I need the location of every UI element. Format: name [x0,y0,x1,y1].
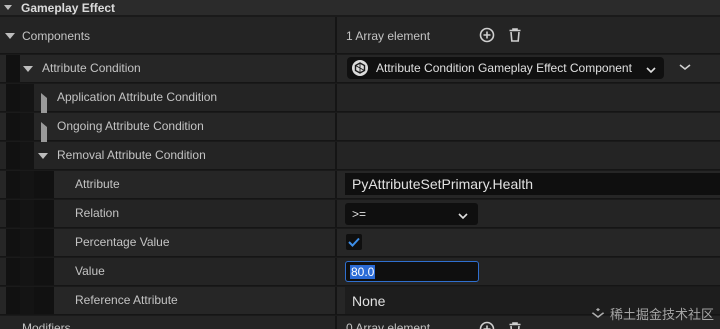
indent-guide [6,287,20,314]
indent-guide [20,171,34,198]
property-row-attribute-condition: Attribute Condition Attribute Condition … [0,55,720,83]
indent-guide [6,258,20,285]
indent-guide [6,55,20,82]
property-label: Value [75,264,105,278]
property-row-relation: Relation >= [0,200,720,228]
watermark-text: 稀土掘金技术社区 [609,307,714,322]
property-label: Reference Attribute [75,293,178,307]
indent-guide [34,258,54,285]
array-count: 1 Array element [346,29,431,43]
expand-arrow-icon[interactable] [5,33,15,39]
indent-guide [20,229,34,256]
indent-guide [6,113,20,140]
section-header-gameplay-effect[interactable]: Gameplay Effect [0,0,720,16]
delete-all-icon[interactable] [507,321,523,329]
property-row-percentage-value: Percentage Value [0,229,720,257]
property-label: Percentage Value [75,235,170,249]
property-label: Removal Attribute Condition [57,148,206,162]
expand-arrow-icon[interactable] [23,66,33,72]
property-row-value: Value 80.0 [0,258,720,286]
indent-guide [34,171,54,198]
indent-guide [20,200,34,227]
property-label: Relation [75,206,120,220]
property-row-attribute: Attribute PyAttributeSetPrimary.Health [0,171,720,199]
attribute-selector[interactable]: PyAttributeSetPrimary.Health [345,173,720,195]
add-element-icon[interactable] [479,27,495,43]
component-class-name: Attribute Condition Gameplay Effect Comp… [376,61,632,75]
juejin-logo-icon [591,307,605,318]
indent-guide [6,200,20,227]
property-label: Modifiers [22,321,71,329]
property-label: Components [22,29,91,43]
property-label: Application Attribute Condition [57,90,218,104]
indent-guide [6,84,20,111]
indent-guide [20,287,34,314]
chevron-down-icon[interactable] [679,63,691,71]
percentage-checkbox[interactable] [346,234,362,250]
property-row-removal-condition: Removal Attribute Condition [0,142,720,170]
checkmark-icon [348,237,360,247]
property-row-application-condition: Application Attribute Condition [0,84,720,120]
value-text-selected: 80.0 [350,264,376,279]
indent-guide [20,84,34,111]
indent-guide [6,229,20,256]
indent-guide [34,200,54,227]
add-element-icon[interactable] [479,321,495,329]
relation-value: >= [352,207,367,221]
chevron-down-icon [646,63,656,77]
property-label: Attribute Condition [42,61,141,75]
component-class-combo[interactable]: Attribute Condition Gameplay Effect Comp… [347,57,664,79]
delete-all-icon[interactable] [507,27,523,43]
expand-arrow-icon[interactable] [4,5,12,10]
relation-dropdown[interactable]: >= [345,203,478,225]
property-row-ongoing-condition: Ongoing Attribute Condition [0,113,720,149]
array-count: 0 Array element [346,321,431,329]
section-title: Gameplay Effect [21,0,116,15]
indent-guide [6,171,20,198]
indent-guide [20,142,34,169]
indent-guide [20,113,34,140]
indent-guide [6,142,20,169]
indent-guide [34,229,54,256]
expand-arrow-icon[interactable] [38,153,48,159]
property-label: Attribute [75,177,120,191]
component-icon [352,60,368,76]
watermark: 稀土掘金技术社区 [590,304,714,323]
indent-guide [20,258,34,285]
property-row-components: Components 1 Array element [0,17,720,54]
value-input[interactable]: 80.0 [345,261,479,282]
indent-guide [34,287,54,314]
chevron-down-icon [458,209,468,223]
property-label: Ongoing Attribute Condition [57,119,204,133]
